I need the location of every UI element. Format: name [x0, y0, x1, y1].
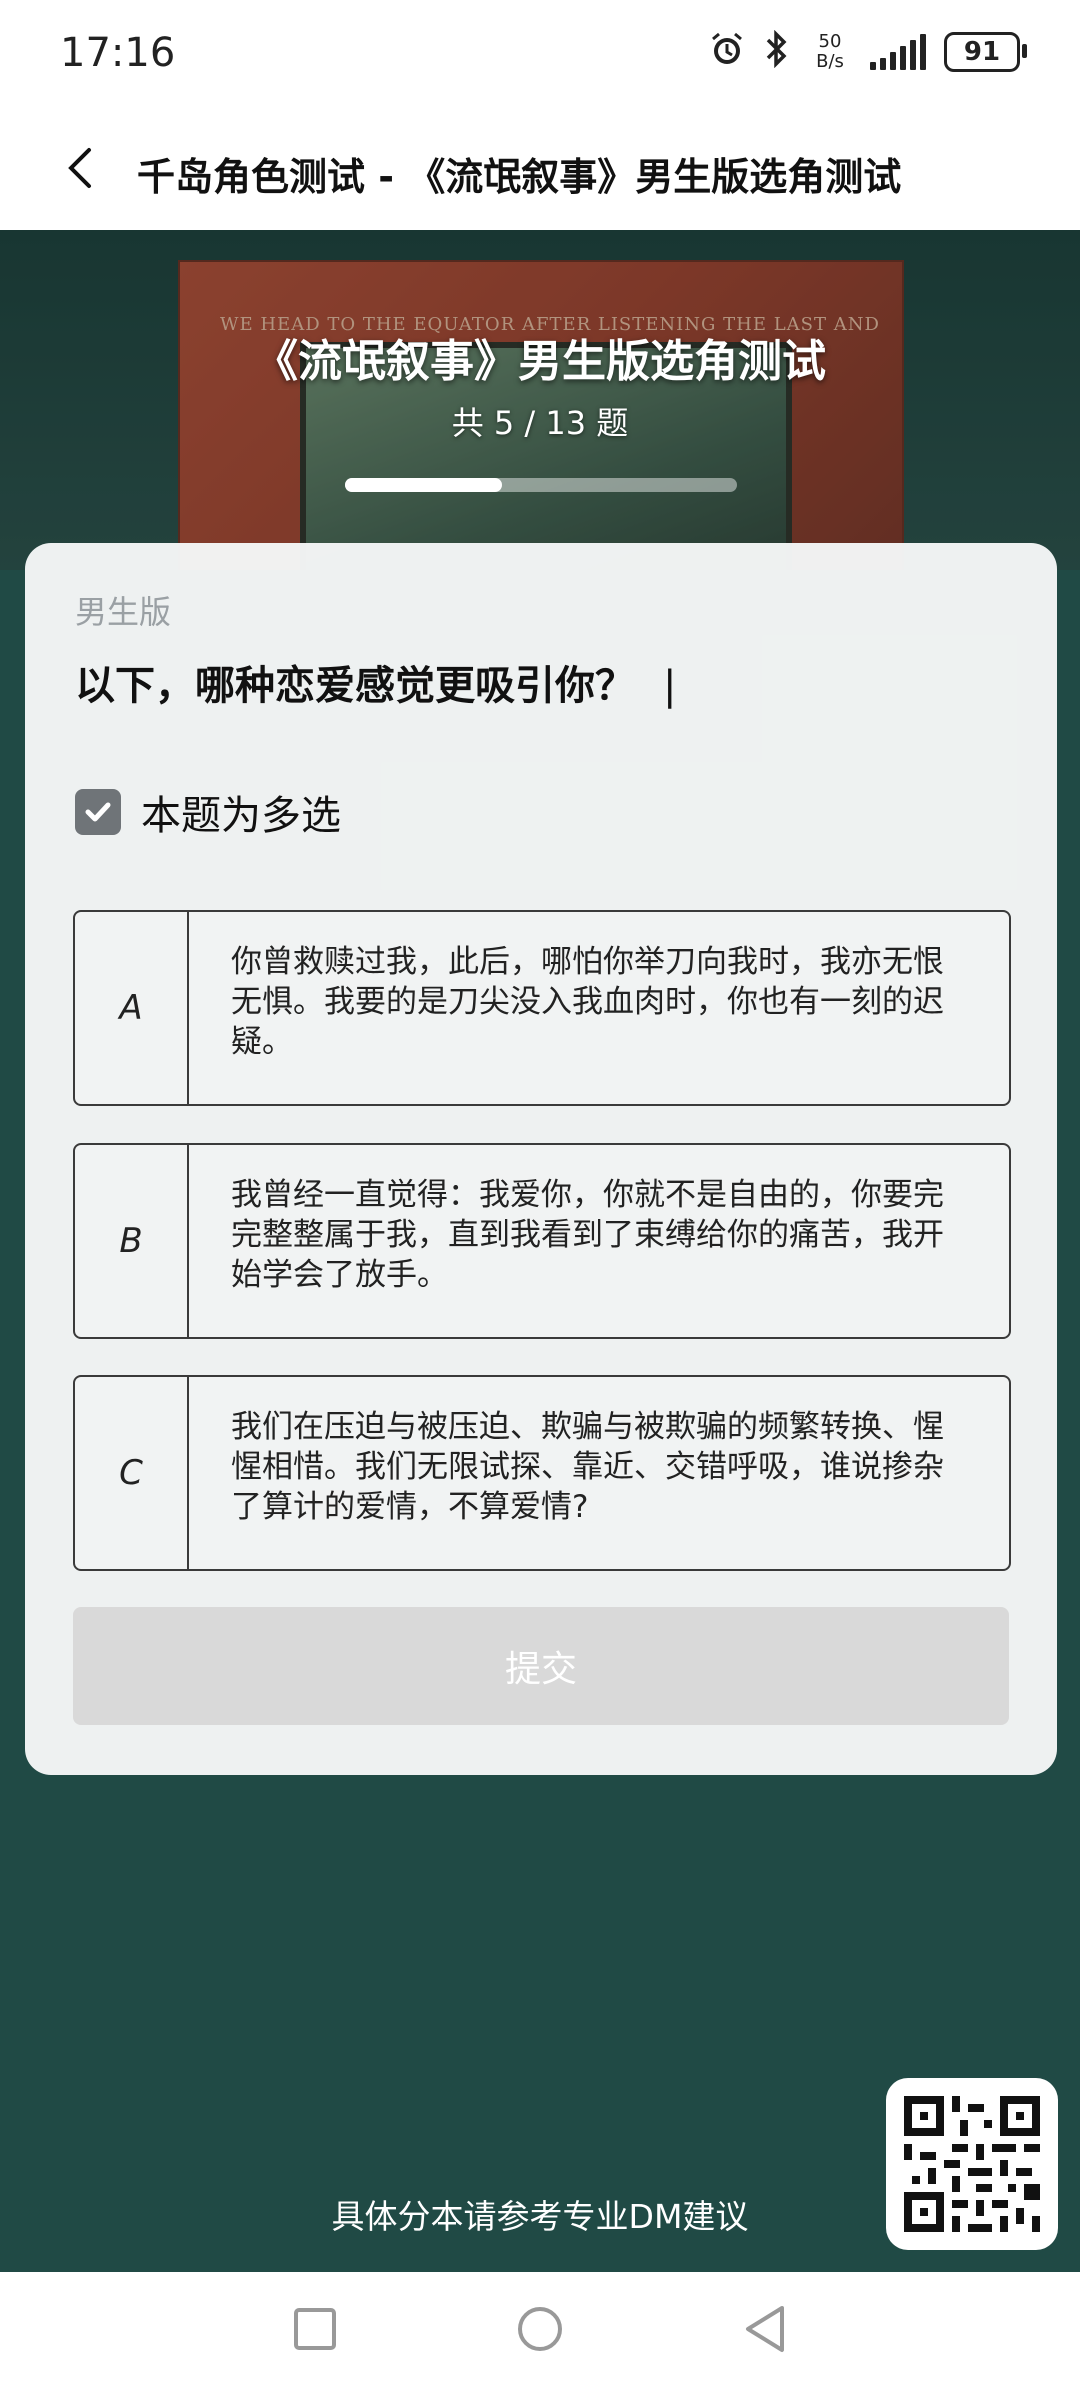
back-nav-button[interactable]	[740, 2304, 790, 2354]
submit-button[interactable]: 提交	[73, 1607, 1009, 1725]
option-letter: A	[75, 912, 189, 1104]
option-text: 你曾救赎过我，此后，哪怕你举刀向我时，我亦无恨无惧。我要的是刀尖没入我血肉时，你…	[231, 944, 944, 1060]
status-bar: 17:16 50 B/s 91	[0, 0, 1080, 110]
text-cursor: |	[662, 663, 677, 709]
triangle-back-icon	[746, 2306, 784, 2352]
checkbox-checked-icon	[75, 789, 121, 835]
option-b[interactable]: B 我曾经一直觉得：我爱你，你就不是自由的，你要完完整整属于我，直到我看到了束缚…	[73, 1143, 1011, 1339]
bluetooth-icon	[764, 29, 790, 74]
option-c[interactable]: C 我们在压迫与被压迫、欺骗与被欺骗的频繁转换、惺惺相惜。我们无限试探、靠近、交…	[73, 1375, 1011, 1571]
signal-icon	[870, 34, 926, 70]
quiz-title: 《流氓叙事》男生版选角测试	[254, 336, 826, 387]
net-speed: 50 B/s	[808, 32, 852, 72]
option-text: 我曾经一直觉得：我爱你，你就不是自由的，你要完完整整属于我，直到我看到了束缚给你…	[231, 1177, 944, 1293]
home-button[interactable]	[515, 2304, 565, 2354]
net-speed-value: 50	[818, 31, 842, 52]
battery-icon: 91	[944, 32, 1027, 72]
question-card: 男生版 以下，哪种恋爱感觉更吸引你？ | 本题为多选 A 你曾救赎过我，此后，哪…	[25, 543, 1057, 1775]
status-time: 17:16	[60, 30, 176, 76]
circle-icon	[518, 2307, 562, 2351]
question-counter: 共 5 / 13 题	[451, 404, 629, 442]
progress-bar	[345, 478, 737, 492]
option-letter: B	[75, 1145, 189, 1337]
multi-select-indicator: 本题为多选	[75, 783, 341, 841]
net-speed-unit: B/s	[816, 51, 844, 72]
recent-apps-button[interactable]	[290, 2304, 340, 2354]
nav-bar: 千岛角色测试 - 《流氓叙事》男生版选角测试	[0, 110, 1080, 230]
alarm-icon	[708, 30, 746, 74]
square-icon	[294, 2308, 336, 2350]
system-nav-bar	[0, 2272, 1080, 2387]
qr-code-icon[interactable]	[886, 2078, 1058, 2250]
chevron-left-icon	[68, 148, 91, 188]
option-letter: C	[75, 1377, 189, 1569]
version-label: 男生版	[75, 593, 172, 631]
battery-level: 91	[963, 37, 1001, 67]
back-button[interactable]	[48, 136, 112, 200]
option-a[interactable]: A 你曾救赎过我，此后，哪怕你举刀向我时，我亦无恨无惧。我要的是刀尖没入我血肉时…	[73, 910, 1011, 1106]
status-icons: 50 B/s 91	[708, 29, 1027, 74]
page-title: 千岛角色测试 - 《流氓叙事》男生版选角测试	[137, 155, 902, 199]
question-label: 以下，哪种恋爱感觉更吸引你？	[75, 663, 635, 709]
question-text: 以下，哪种恋爱感觉更吸引你？ |	[75, 653, 676, 711]
multi-select-label: 本题为多选	[141, 793, 341, 839]
hero-banner: WE HEAD TO THE EQUATOR AFTER LISTENING T…	[0, 230, 1080, 570]
progress-fill	[345, 478, 502, 492]
option-text: 我们在压迫与被压迫、欺骗与被欺骗的频繁转换、惺惺相惜。我们无限试探、靠近、交错呼…	[231, 1409, 944, 1525]
